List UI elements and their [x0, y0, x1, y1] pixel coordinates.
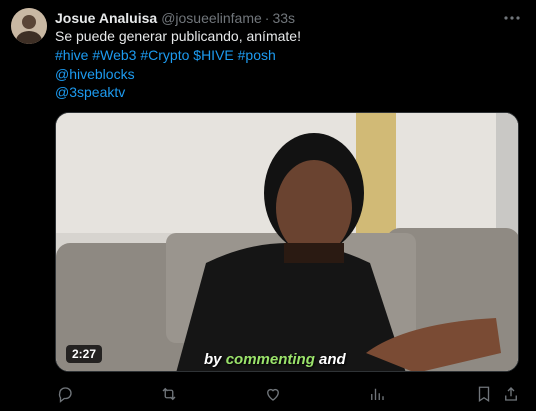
mention-hiveblocks[interactable]: @hiveblocks: [55, 66, 135, 82]
author-handle[interactable]: @josueelinfame: [161, 10, 262, 26]
share-button[interactable]: [501, 384, 521, 404]
video-player[interactable]: 2:27 by commenting and: [55, 112, 519, 372]
hashtag-hive[interactable]: #hive: [55, 47, 88, 63]
caption-word: and: [319, 351, 346, 368]
author-name[interactable]: Josue Analuisa: [55, 10, 157, 26]
action-bar: [55, 384, 521, 404]
bookmark-icon: [478, 386, 490, 403]
timestamp[interactable]: 33s: [272, 10, 295, 26]
hashtag-crypto[interactable]: #Crypto: [140, 47, 189, 63]
separator-dot: ·: [264, 10, 270, 26]
views-chart-icon: [371, 388, 384, 400]
caption-highlight: commenting: [225, 351, 315, 368]
hashtag-posh[interactable]: #posh: [238, 47, 276, 63]
cashtag-hive[interactable]: $HIVE: [193, 47, 233, 63]
like-icon: [267, 388, 279, 401]
share-icon: [505, 387, 517, 401]
hashtag-web3[interactable]: #Web3: [92, 47, 136, 63]
mention-line-1: @hiveblocks: [55, 65, 135, 84]
caption-word: by: [204, 351, 222, 368]
bookmark-button[interactable]: [474, 384, 494, 404]
more-options-button[interactable]: [502, 8, 522, 28]
video-thumbnail: [56, 113, 518, 371]
avatar[interactable]: [11, 8, 47, 44]
tweet-header: Josue Analuisa @josueelinfame · 33s: [55, 9, 295, 27]
tweet-text: Se puede generar publicando, anímate!: [55, 28, 301, 44]
more-horizontal-icon: [504, 16, 520, 20]
tweet-card[interactable]: Josue Analuisa @josueelinfame · 33s Se p…: [0, 0, 536, 411]
like-button[interactable]: [263, 384, 283, 404]
hashtag-line: #hive #Web3 #Crypto $HIVE #posh: [55, 46, 276, 65]
video-duration-badge: 2:27: [66, 345, 103, 363]
repost-icon: [162, 387, 176, 401]
reply-button[interactable]: [55, 384, 75, 404]
mention-3speaktv[interactable]: @3speaktv: [55, 84, 125, 100]
mention-line-2: @3speaktv: [55, 83, 125, 102]
reply-icon: [58, 387, 72, 403]
views-button[interactable]: [367, 384, 387, 404]
repost-button[interactable]: [159, 384, 179, 404]
video-caption: by commenting and: [204, 351, 346, 368]
